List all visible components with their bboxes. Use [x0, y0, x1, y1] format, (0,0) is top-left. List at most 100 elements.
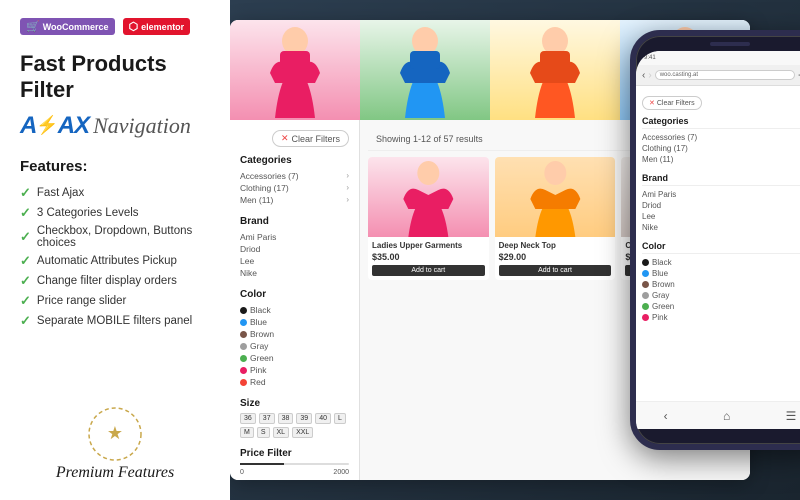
woocommerce-logo: 🛒 WooCommerce — [20, 18, 115, 35]
phone-brand-amiparis[interactable]: Ami Paris — [642, 189, 800, 200]
phone-color-black[interactable]: Black — [642, 257, 800, 268]
product-card-1: Ladies Upper Garments $35.00 Add to cart — [368, 157, 489, 280]
filter-brand-amiparis[interactable]: Ami Paris — [240, 231, 349, 243]
close-icon: ✕ — [281, 133, 289, 144]
browser-back-icon[interactable]: ‹ — [642, 70, 645, 81]
filter-color-brown[interactable]: Brown — [240, 328, 349, 340]
filter-brand-driod[interactable]: Driod — [240, 243, 349, 255]
phone-category-clothing[interactable]: Clothing (17) › — [642, 143, 800, 154]
phone-brand-driod[interactable]: Driod — [642, 200, 800, 211]
feature-text: Fast Ajax — [37, 187, 84, 199]
price-range-bar — [240, 463, 349, 465]
filter-color-pink[interactable]: Pink — [240, 364, 349, 376]
size-XL[interactable]: XL — [273, 427, 290, 438]
size-section: Size 36 37 38 39 40 L M S XL XXL — [240, 398, 349, 438]
features-list: ✓ Fast Ajax ✓ 3 Categories Levels ✓ Chec… — [20, 185, 210, 329]
price-bar-fill — [240, 463, 284, 465]
browser-url-bar[interactable]: woo.casting.at — [655, 70, 795, 80]
filter-brand-lee[interactable]: Lee — [240, 255, 349, 267]
phone-categories-section: Categories Accessories (7) › Clothing (1… — [642, 116, 800, 165]
woman-yellow-img — [520, 23, 590, 118]
categories-section: Categories Accessories (7) › Clothing (1… — [240, 155, 349, 206]
price-range-values: 0 2000 — [240, 469, 349, 476]
feature-price-range: ✓ Price range slider — [20, 293, 210, 309]
categories-title: Categories — [240, 155, 349, 166]
brand-section: Brand Ami Paris Driod Lee Nike — [240, 216, 349, 279]
filter-color-red[interactable]: Red — [240, 376, 349, 388]
check-icon: ✓ — [20, 273, 31, 289]
check-icon: ✓ — [20, 229, 31, 245]
phone-color-blue[interactable]: Blue — [642, 268, 800, 279]
product-thumb-3 — [490, 20, 620, 120]
phone-color-green[interactable]: Green — [642, 301, 800, 312]
filter-category-clothing[interactable]: Clothing (17) › — [240, 182, 349, 194]
feature-text: 3 Categories Levels — [37, 207, 139, 219]
size-title: Size — [240, 398, 349, 409]
filter-color-gray[interactable]: Gray — [240, 340, 349, 352]
product-image-1 — [368, 157, 489, 237]
size-L[interactable]: L — [334, 413, 346, 424]
woman-green-img — [390, 23, 460, 118]
elementor-logo: ⬡ elementor — [123, 18, 191, 35]
laurel-wreath-icon: ★ — [86, 405, 144, 463]
product-name-2: Deep Neck Top — [499, 241, 612, 250]
phone-color-brown[interactable]: Brown — [642, 279, 800, 290]
size-36[interactable]: 36 — [240, 413, 256, 424]
size-S[interactable]: S — [257, 427, 270, 438]
woo-icon: 🛒 — [26, 20, 40, 33]
feature-filter-order: ✓ Change filter display orders — [20, 273, 210, 289]
phone-color-pink[interactable]: Pink — [642, 312, 800, 323]
svg-text:★: ★ — [107, 423, 123, 443]
product-info-2: Deep Neck Top $29.00 Add to cart — [495, 237, 616, 280]
product-info-1: Ladies Upper Garments $35.00 Add to cart — [368, 237, 489, 280]
ajax-navigation: A⚡AX Navigation — [20, 112, 210, 140]
phone-brand-lee[interactable]: Lee — [642, 211, 800, 222]
check-icon: ✓ — [20, 293, 31, 309]
add-to-cart-button-2[interactable]: Add to cart — [499, 265, 612, 276]
elementor-icon: ⬡ — [129, 20, 139, 33]
feature-categories: ✓ 3 Categories Levels — [20, 205, 210, 221]
phone-nav-back[interactable]: ‹ — [664, 409, 668, 423]
filter-color-green[interactable]: Green — [240, 352, 349, 364]
phone-notch — [710, 42, 750, 46]
filter-color-black[interactable]: Black — [240, 304, 349, 316]
phone-close-icon: ✕ — [649, 99, 655, 107]
size-39[interactable]: 39 — [296, 413, 312, 424]
size-M[interactable]: M — [240, 427, 254, 438]
clear-filters-button[interactable]: ✕ Clear Filters — [272, 130, 349, 147]
phone-clear-filters-button[interactable]: ✕ Clear Filters — [642, 96, 702, 110]
phone-category-accessories[interactable]: Accessories (7) › — [642, 132, 800, 143]
product-img-deep-neck — [495, 157, 616, 237]
filter-brand-nike[interactable]: Nike — [240, 267, 349, 279]
phone-category-men[interactable]: Men (11) › — [642, 154, 800, 165]
feature-fast-ajax: ✓ Fast Ajax — [20, 185, 210, 201]
left-panel: 🛒 WooCommerce ⬡ elementor Fast Products … — [0, 0, 230, 500]
phone-nav-home[interactable]: ⌂ — [723, 409, 730, 423]
filter-category-accessories[interactable]: Accessories (7) › — [240, 170, 349, 182]
size-37[interactable]: 37 — [259, 413, 275, 424]
elementor-text: elementor — [141, 22, 184, 32]
filter-sidebar: ✕ Clear Filters Categories Accessories (… — [230, 120, 360, 480]
filter-category-men[interactable]: Men (11) › — [240, 194, 349, 206]
phone-color-title: Color — [642, 241, 800, 254]
brand-logos: 🛒 WooCommerce ⬡ elementor — [20, 18, 210, 35]
ajax-text: A⚡AX — [20, 112, 89, 140]
check-icon: ✓ — [20, 313, 31, 329]
size-40[interactable]: 40 — [315, 413, 331, 424]
size-38[interactable]: 38 — [278, 413, 294, 424]
phone-filter-content: ✕ Clear Filters Categories Accessories (… — [636, 86, 800, 419]
add-to-cart-button-1[interactable]: Add to cart — [372, 265, 485, 276]
size-XXL[interactable]: XXL — [292, 427, 313, 438]
phone-nav-menu[interactable]: ☰ — [786, 409, 797, 423]
filter-color-blue[interactable]: Blue — [240, 316, 349, 328]
product-card-2: Deep Neck Top $29.00 Add to cart — [495, 157, 616, 280]
phone-categories-title: Categories — [642, 116, 800, 129]
phone-brand-nike[interactable]: Nike — [642, 222, 800, 233]
browser-forward-icon[interactable]: › — [648, 70, 651, 81]
phone-color-gray[interactable]: Gray — [642, 290, 800, 301]
color-title: Color — [240, 289, 349, 300]
right-panel: ✕ Clear Filters Categories Accessories (… — [230, 0, 800, 500]
feature-choices: ✓ Checkbox, Dropdown, Buttons choices — [20, 225, 210, 249]
premium-features-label: Premium Features — [56, 464, 174, 482]
price-max: 2000 — [333, 469, 349, 476]
